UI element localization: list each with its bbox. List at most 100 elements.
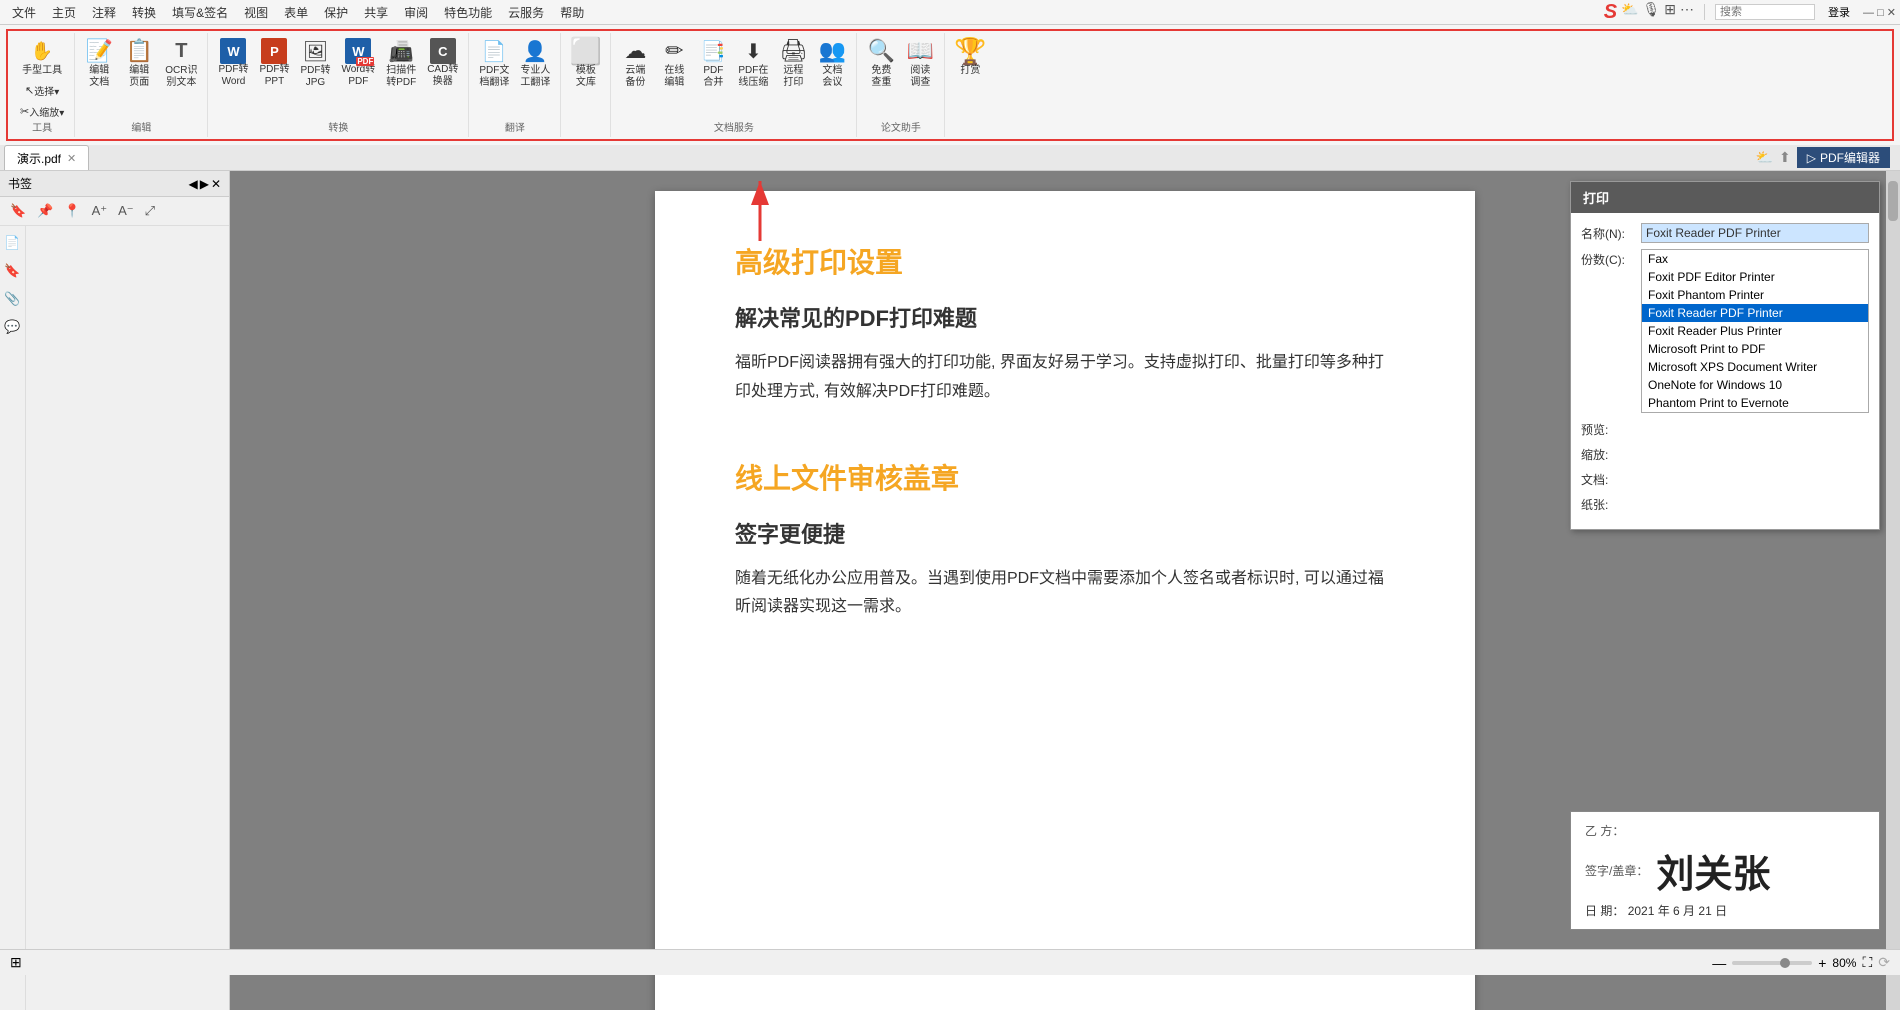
printer-onenote[interactable]: OneNote for Windows 10 bbox=[1642, 376, 1868, 394]
page-fit-controls: ⊞ bbox=[10, 954, 22, 971]
expand-icon[interactable]: ⤢ bbox=[141, 201, 159, 221]
tab-bar: 演示.pdf ✕ ⛅ ⬆ ▷ PDF编辑器 bbox=[0, 145, 1900, 171]
bookmark-remove-icon[interactable]: 📍 bbox=[60, 201, 84, 221]
menu-view[interactable]: 视图 bbox=[236, 2, 276, 23]
zoom-minus-button[interactable]: — bbox=[1712, 955, 1726, 971]
template-button[interactable]: ⬜ 模板文库 bbox=[568, 35, 604, 91]
menu-home[interactable]: 主页 bbox=[44, 2, 84, 23]
printer-foxit-reader-plus[interactable]: Foxit Reader Plus Printer bbox=[1642, 322, 1868, 340]
menu-form[interactable]: 表单 bbox=[276, 2, 316, 23]
pdf-to-jpg-button[interactable]: 🖼 PDF转JPG bbox=[296, 35, 334, 91]
print-dialog: 打印 名称(N): 份数(C): Fax Foxit P bbox=[1570, 181, 1880, 530]
select-button[interactable]: ↖ 选择▾ bbox=[21, 81, 63, 100]
doc-meeting-button[interactable]: 👥 文档会议 bbox=[814, 35, 850, 91]
bookmark-add-icon[interactable]: 📌 bbox=[33, 201, 57, 221]
cloud-backup-button[interactable]: ☁ 云端备份 bbox=[617, 35, 653, 91]
ribbon: ✋ 手型工具 ↖ 选择▾ ✂ 入缩放▾ 工具 bbox=[6, 29, 1894, 141]
convert-group: W PDF转Word P PDF转PPT 🖼 PDF转JPG WPDF bbox=[208, 33, 469, 137]
search-input[interactable] bbox=[1715, 4, 1815, 20]
pdf-ppt-label: PDF转PPT bbox=[259, 64, 289, 88]
menu-cloud[interactable]: 云服务 bbox=[500, 2, 552, 23]
tool-group-label: 工具 bbox=[32, 121, 52, 135]
sidebar: 书签 ◀ ▶ ✕ 🔖 📌 📍 A⁺ A⁻ ⤢ 📄 🔖 📎 💬 bbox=[0, 171, 230, 1010]
login-button[interactable]: 登录 bbox=[1821, 2, 1857, 22]
comment-icon[interactable]: 💬 bbox=[4, 318, 22, 336]
sidebar-nav-prev[interactable]: ◀ bbox=[188, 177, 197, 191]
fullscreen-icon[interactable]: ⛶ bbox=[1862, 954, 1872, 971]
free-check-label: 免费查重 bbox=[871, 65, 891, 89]
edit-doc-button[interactable]: 📝 编辑文档 bbox=[81, 35, 117, 91]
menu-help[interactable]: 帮助 bbox=[552, 2, 592, 23]
menu-review[interactable]: 审阅 bbox=[396, 2, 436, 23]
assistant-group-label: 论文助手 bbox=[881, 121, 921, 135]
print-copies-row: 份数(C): Fax Foxit PDF Editor Printer Foxi… bbox=[1581, 249, 1869, 413]
printer-phantom-evernote[interactable]: Phantom Print to Evernote bbox=[1642, 394, 1868, 412]
menu-file[interactable]: 文件 bbox=[4, 2, 44, 23]
cad-button[interactable]: C CAD转换器 bbox=[423, 36, 462, 90]
reward-icon: 🏆 bbox=[956, 37, 984, 65]
edit-page-button[interactable]: 📋 编辑页面 bbox=[121, 35, 157, 91]
menu-annotation[interactable]: 注释 bbox=[84, 2, 124, 23]
bookmark-sidebar-icon[interactable]: 🔖 bbox=[4, 262, 22, 280]
zoom-slider[interactable] bbox=[1732, 961, 1812, 965]
pdf-merge-button[interactable]: 📑 PDF合并 bbox=[695, 35, 731, 91]
ocr-button[interactable]: T OCR识别文本 bbox=[161, 35, 201, 91]
menu-convert[interactable]: 转换 bbox=[124, 2, 164, 23]
tab-close-button[interactable]: ✕ bbox=[67, 152, 76, 165]
fit-page-icon[interactable]: ⊞ bbox=[10, 954, 22, 971]
printer-foxit-reader[interactable]: Foxit Reader PDF Printer bbox=[1642, 304, 1868, 322]
zoom-plus-button[interactable]: + bbox=[1818, 955, 1826, 971]
print-name-input[interactable] bbox=[1641, 223, 1869, 243]
hand-icon: ✋ bbox=[28, 37, 56, 65]
free-check-button[interactable]: 🔍 免费查重 bbox=[863, 35, 899, 91]
pdf-to-ppt-button[interactable]: P PDF转PPT bbox=[255, 36, 293, 90]
zoom-slider-thumb[interactable] bbox=[1780, 958, 1790, 968]
yi-fang-label: 乙 方： bbox=[1585, 822, 1865, 839]
pdf-tab[interactable]: 演示.pdf ✕ bbox=[4, 145, 89, 170]
reward-button[interactable]: 🏆 打赏 bbox=[952, 35, 988, 79]
printer-ms-xps[interactable]: Microsoft XPS Document Writer bbox=[1642, 358, 1868, 376]
remote-print-button[interactable]: 🖨 远程打印 bbox=[775, 35, 811, 91]
scan-to-pdf-button[interactable]: 📠 扫描件转PDF bbox=[382, 35, 420, 91]
printer-foxit-editor[interactable]: Foxit PDF Editor Printer bbox=[1642, 268, 1868, 286]
scissors-button[interactable]: ✂ 入缩放▾ bbox=[16, 102, 68, 121]
word-to-pdf-button[interactable]: WPDF Word转PDF bbox=[337, 36, 379, 90]
pdf-editor-icon: ▷ bbox=[1807, 151, 1816, 165]
print-copies-value: Fax Foxit PDF Editor Printer Foxit Phant… bbox=[1641, 249, 1869, 413]
menu-protect[interactable]: 保护 bbox=[316, 2, 356, 23]
rotate-icon[interactable]: ⟳ bbox=[1878, 954, 1890, 971]
pdf-page: 高级打印设置 解决常见的PDF打印难题 福昕PDF阅读器拥有强大的打印功能, 界… bbox=[655, 191, 1475, 1010]
font-increase-icon[interactable]: A⁺ bbox=[88, 201, 112, 221]
vertical-scrollbar[interactable] bbox=[1886, 171, 1900, 1010]
printer-foxit-phantom[interactable]: Foxit Phantom Printer bbox=[1642, 286, 1868, 304]
bookmark-icon[interactable]: 🔖 bbox=[6, 201, 30, 221]
menu-special[interactable]: 特色功能 bbox=[436, 2, 500, 23]
scrollbar-thumb[interactable] bbox=[1888, 181, 1898, 221]
pdf-translate-button[interactable]: 📄 PDF文档翻译 bbox=[475, 35, 513, 91]
sidebar-header: 书签 ◀ ▶ ✕ bbox=[0, 171, 229, 197]
font-decrease-icon[interactable]: A⁻ bbox=[114, 201, 138, 221]
pdf-to-word-button[interactable]: W PDF转Word bbox=[214, 36, 252, 90]
tab-label: 演示.pdf bbox=[17, 150, 61, 167]
pdf-compress-button[interactable]: ⬇ PDF在线压缩 bbox=[734, 35, 772, 91]
pdf-editor-button[interactable]: ▷ PDF编辑器 bbox=[1797, 147, 1890, 168]
menu-share[interactable]: 共享 bbox=[356, 2, 396, 23]
sidebar-content: 📄 🔖 📎 💬 bbox=[0, 226, 229, 1010]
scan-pdf-icon: 📠 bbox=[387, 37, 415, 65]
hand-tool-button[interactable]: ✋ 手型工具 bbox=[18, 35, 66, 79]
online-edit-button[interactable]: ✏ 在线编辑 bbox=[656, 35, 692, 91]
window-controls[interactable]: — □ ✕ bbox=[1863, 6, 1896, 19]
attachment-icon[interactable]: 📎 bbox=[4, 290, 22, 308]
print-copies-label: 份数(C): bbox=[1581, 249, 1641, 268]
signature-name: 刘关张 bbox=[1656, 843, 1770, 898]
pro-translate-button[interactable]: 👤 专业人工翻译 bbox=[516, 35, 554, 91]
zoom-label: 80% bbox=[1832, 956, 1856, 970]
printer-ms-pdf[interactable]: Microsoft Print to PDF bbox=[1642, 340, 1868, 358]
page-icon[interactable]: 📄 bbox=[4, 234, 22, 252]
printer-fax[interactable]: Fax bbox=[1642, 250, 1868, 268]
sidebar-close-icon[interactable]: ✕ bbox=[211, 177, 221, 191]
pdf-editor-label: PDF编辑器 bbox=[1820, 149, 1880, 166]
menu-fill-sign[interactable]: 填写&签名 bbox=[164, 2, 236, 23]
read-check-button[interactable]: 📖 阅读调查 bbox=[902, 35, 938, 91]
sidebar-nav-next[interactable]: ▶ bbox=[200, 177, 209, 191]
